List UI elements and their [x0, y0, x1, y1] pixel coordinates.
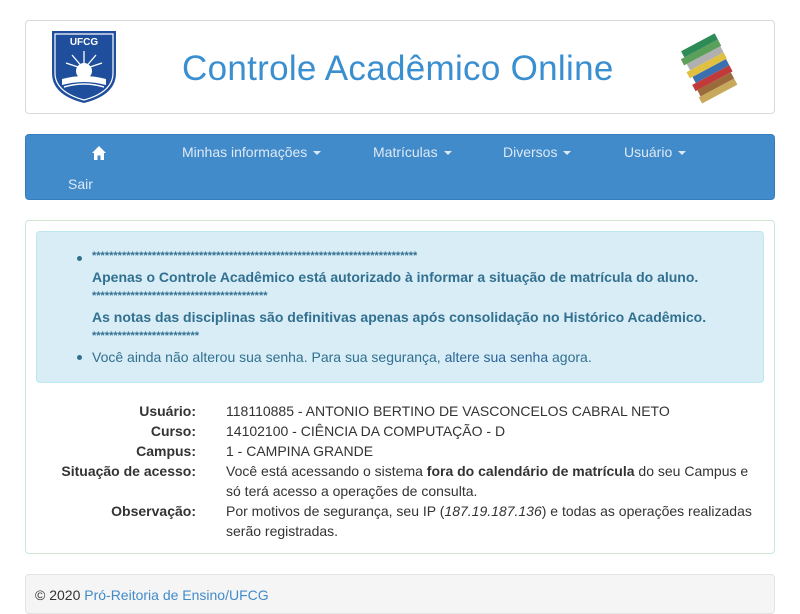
- chevron-down-icon: [443, 151, 452, 156]
- nav-usuario-label: Usuário: [624, 144, 673, 160]
- access-value: Você está acessando o sistema fora do ca…: [226, 461, 761, 501]
- nav-matriculas[interactable]: Matrículas: [373, 144, 452, 160]
- bullet: [77, 355, 82, 360]
- password-warning: Você ainda não alterou sua senha. Para s…: [92, 349, 592, 365]
- campus-value: 1 - CAMPINA GRANDE: [226, 443, 374, 459]
- footer-text: © 2020 Pró-Reitoria de Ensino/UFCG: [35, 587, 269, 603]
- access-bold: fora do calendário de matrícula: [426, 463, 635, 479]
- logout-link[interactable]: Sair: [68, 176, 93, 192]
- obs-value: Por motivos de segurança, seu IP (187.19…: [226, 501, 761, 541]
- header-panel: UFCG Controle Acadêmico Online: [25, 20, 775, 114]
- chevron-down-icon: [563, 151, 572, 156]
- footer-link[interactable]: Pró-Reitoria de Ensino/UFCG: [84, 587, 268, 603]
- alert-stars-2: ****************************************…: [92, 290, 268, 302]
- nav-diversos-label: Diversos: [503, 144, 558, 160]
- password-warning-prefix: Você ainda não alterou sua senha. Para s…: [92, 349, 441, 365]
- alert-line-1: Apenas o Controle Acadêmico está autoriz…: [92, 269, 699, 285]
- logo-ufcg-text: UFCG: [70, 37, 99, 48]
- obs-label: Observação:: [111, 503, 196, 519]
- nav-diversos[interactable]: Diversos: [503, 144, 572, 160]
- course-label: Curso:: [150, 423, 196, 439]
- change-password-link[interactable]: altere sua senha: [445, 349, 549, 365]
- main-navbar: Minhas informações Matrículas Diversos U…: [25, 134, 775, 200]
- chevron-down-icon: [313, 151, 322, 156]
- footer: © 2020 Pró-Reitoria de Ensino/UFCG: [25, 574, 775, 614]
- info-alert: ****************************************…: [36, 231, 764, 383]
- user-label: Usuário:: [139, 403, 196, 419]
- copyright: © 2020: [35, 587, 81, 603]
- user-value: 118110885 - ANTONIO BERTINO DE VASCONCEL…: [226, 403, 670, 419]
- password-warning-suffix: agora.: [552, 349, 592, 365]
- course-value: 14102100 - CIÊNCIA DA COMPUTAÇÃO - D: [226, 423, 506, 439]
- ip-address: 187.19.187.136: [444, 503, 542, 519]
- nav-minhas-informacoes-label: Minhas informações: [182, 144, 308, 160]
- alert-stars-1: ****************************************…: [92, 250, 418, 262]
- nav-matriculas-label: Matrículas: [373, 144, 438, 160]
- nav-minhas-informacoes[interactable]: Minhas informações: [182, 144, 322, 160]
- books-icon: [680, 33, 738, 104]
- campus-label: Campus:: [136, 443, 196, 459]
- chevron-down-icon: [678, 151, 687, 156]
- page-title: Controle Acadêmico Online: [182, 49, 614, 88]
- bullet: [77, 256, 82, 261]
- alert-line-2: As notas das disciplinas são definitivas…: [92, 309, 707, 325]
- nav-usuario[interactable]: Usuário: [624, 144, 687, 160]
- access-label: Situação de acesso:: [61, 463, 196, 479]
- obs-prefix: Por motivos de segurança, seu IP (: [226, 503, 445, 519]
- home-icon[interactable]: [91, 145, 107, 161]
- ufcg-logo: UFCG: [52, 31, 116, 103]
- main-panel: ****************************************…: [25, 220, 775, 554]
- access-prefix: Você está acessando o sistema: [226, 463, 423, 479]
- alert-stars-3: *************************: [92, 330, 200, 342]
